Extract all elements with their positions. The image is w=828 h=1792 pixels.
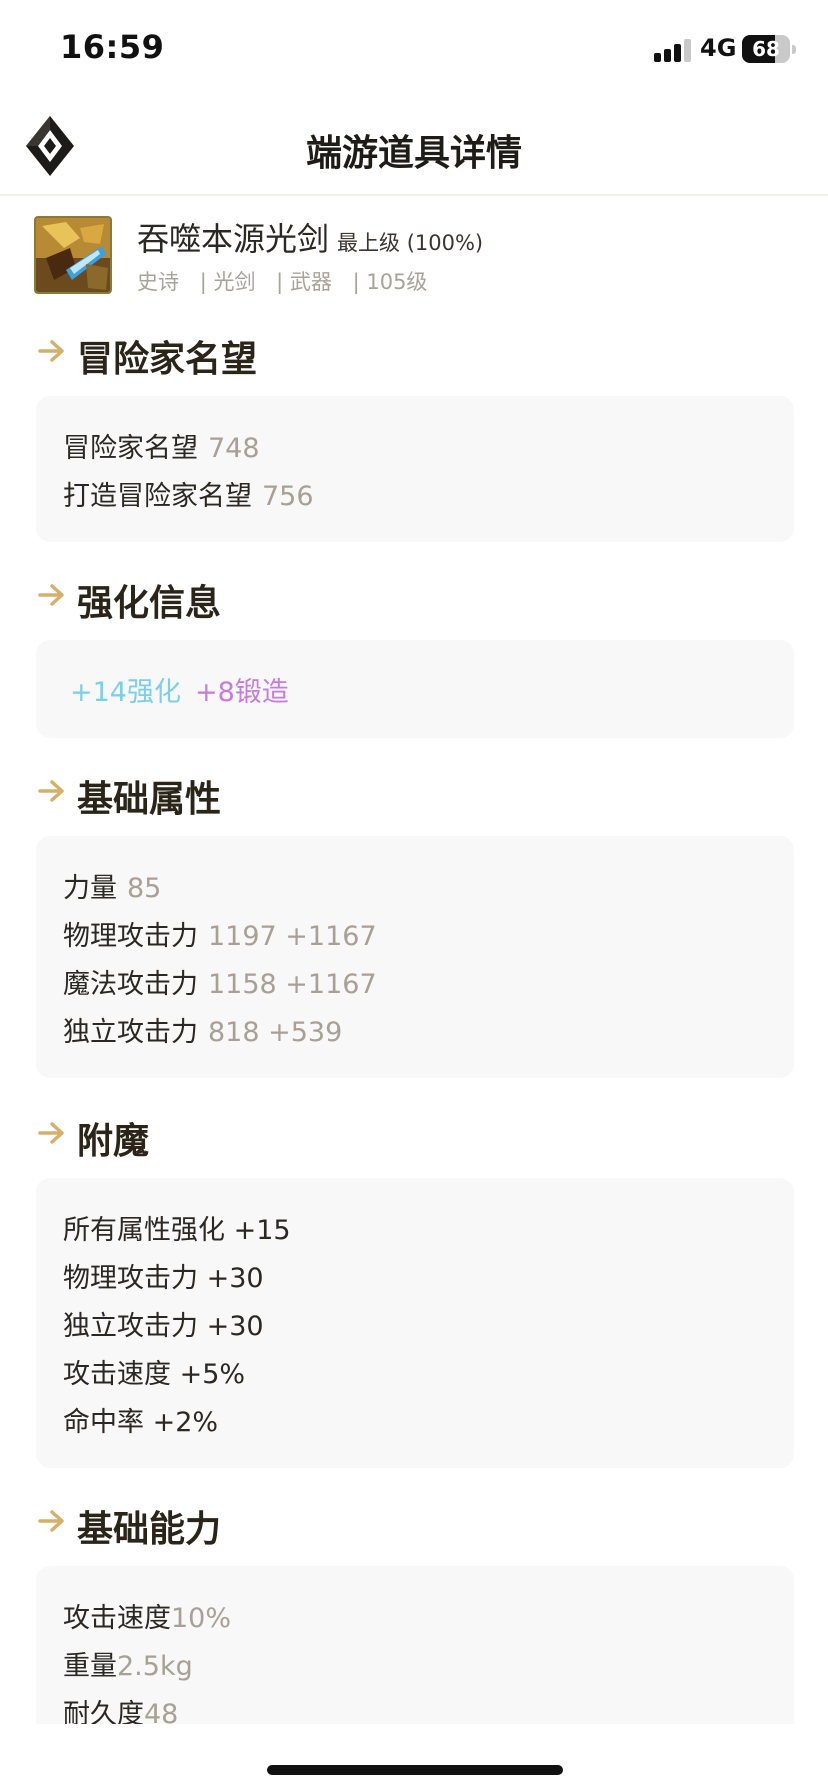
enhance-tags: +14强化 +8锻造 (70, 670, 289, 709)
row-label: 物理攻击力 (63, 921, 198, 952)
item-tags: 史诗 | 光剑 | 武器 | 105级 (137, 266, 441, 296)
row-value: 2.5kg (117, 1651, 193, 1682)
nav-bar: 端游道具详情 (0, 100, 828, 196)
renown-row: 冒险家名望 748 (63, 426, 260, 465)
item-tag-category: | 武器 (276, 270, 332, 294)
reinforce-tag: +14强化 (70, 677, 181, 708)
row-label: 力量 (63, 873, 117, 904)
status-time: 16:59 (60, 28, 165, 66)
section-arrow-icon (38, 584, 64, 606)
page-title: 端游道具详情 (305, 133, 522, 174)
base-stats-card: 力量 85 物理攻击力 1197 +1167 魔法攻击力 1158 +1167 独立攻… (36, 836, 794, 1078)
section-arrow-icon (38, 340, 64, 362)
amplify-tag: +8锻造 (194, 677, 289, 708)
stat-row: 物理攻击力 1197 +1167 (63, 914, 377, 953)
item-icon[interactable] (34, 216, 112, 294)
row-value: 756 (262, 481, 314, 512)
item-tag-rarity: 史诗 (137, 270, 179, 294)
section-title: 附魔 (77, 1121, 150, 1162)
home-indicator[interactable] (267, 1765, 563, 1775)
section-arrow-icon (38, 1122, 64, 1144)
status-bar: 16:59 4G 68 (0, 0, 828, 100)
ability-row: 攻击速度10% (63, 1596, 231, 1635)
enchant-row: 命中率 +2% (63, 1407, 219, 1438)
stat-row: 独立攻击力 818 +539 (63, 1010, 342, 1049)
stat-row: 魔法攻击力 1158 +1167 (63, 962, 377, 1001)
stat-row: 力量 85 (63, 866, 161, 905)
section-title: 基础能力 (77, 1509, 222, 1550)
battery-icon: 68 (742, 35, 790, 63)
network-type: 4G (700, 34, 737, 62)
row-label: 重量 (63, 1651, 117, 1682)
item-name: 吞噬本源光剑 最上级 (100%) (137, 214, 483, 260)
item-header: 吞噬本源光剑 最上级 (100%) 史诗 | 光剑 | 武器 | 105级 (34, 210, 794, 300)
row-value: 1197 +1167 (208, 921, 377, 952)
enchant-row: 物理攻击力 +30 (63, 1263, 264, 1294)
enchant-row: 攻击速度 +5% (63, 1359, 246, 1390)
row-value: 10% (171, 1603, 232, 1634)
bottom-safe-area (0, 1724, 828, 1792)
section-title: 基础属性 (77, 779, 222, 820)
battery-tip (792, 45, 796, 54)
item-tag-type: | 光剑 (199, 270, 256, 294)
item-name-text: 吞噬本源光剑 (137, 220, 330, 258)
item-detail-page: 16:59 4G 68 端游道具详情 吞噬本源光剑 最上级 (100%) 史诗 … (0, 0, 828, 1792)
row-label: 冒险家名望 (63, 433, 198, 464)
enhance-card: +14强化 +8锻造 (36, 640, 794, 738)
section-title: 冒险家名望 (77, 339, 258, 380)
section-title: 强化信息 (77, 583, 222, 624)
battery-level: 68 (752, 37, 780, 61)
item-grade: 最上级 (100%) (337, 231, 484, 255)
row-label: 独立攻击力 (63, 1017, 198, 1048)
enchant-row: 独立攻击力 +30 (63, 1311, 264, 1342)
row-value: 1158 +1167 (208, 969, 377, 1000)
enchant-row: 所有属性强化 +15 (63, 1215, 291, 1246)
signal-icon (654, 38, 692, 62)
item-tag-level: | 105级 (352, 270, 428, 294)
row-value: 748 (208, 433, 260, 464)
section-arrow-icon (38, 1510, 64, 1532)
row-value: 85 (127, 873, 162, 904)
ability-row: 重量2.5kg (63, 1644, 193, 1683)
row-label: 攻击速度 (63, 1603, 171, 1634)
crafted-renown-row: 打造冒险家名望 756 (63, 474, 314, 513)
row-label: 打造冒险家名望 (63, 481, 252, 512)
enchant-card: 所有属性强化 +15 物理攻击力 +30 独立攻击力 +30 攻击速度 +5% … (36, 1178, 794, 1468)
row-label: 魔法攻击力 (63, 969, 198, 1000)
section-arrow-icon (38, 780, 64, 802)
row-value: 818 +539 (208, 1017, 343, 1048)
renown-card: 冒险家名望 748 打造冒险家名望 756 (36, 396, 794, 542)
